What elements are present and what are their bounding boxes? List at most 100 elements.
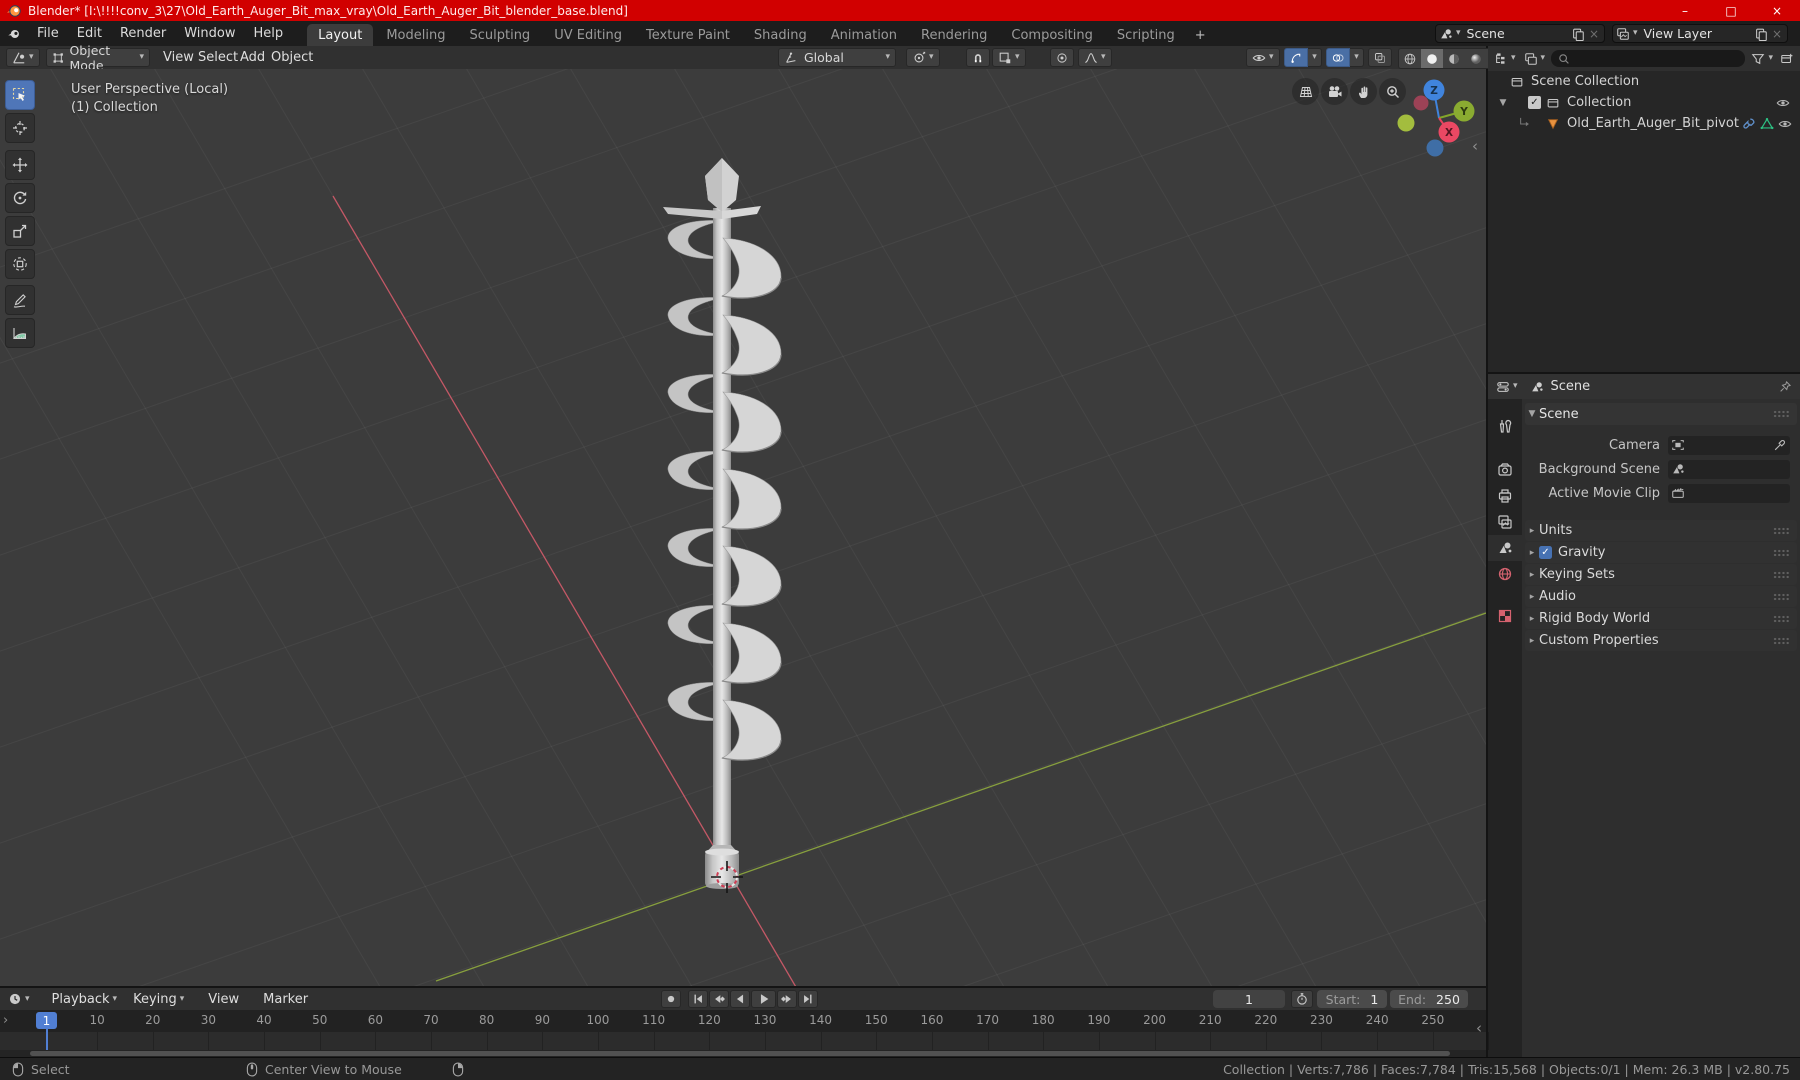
camera-field[interactable]: [1668, 435, 1790, 455]
outliner-row-collection[interactable]: ▼ ✓ Collection: [1488, 92, 1800, 113]
tool-transform[interactable]: [5, 249, 35, 279]
falloff-dropdown[interactable]: ▾: [1078, 48, 1112, 67]
tab-scripting[interactable]: Scripting: [1106, 24, 1186, 46]
frame-start-field[interactable]: Start: 1: [1317, 990, 1387, 1008]
tab-modeling[interactable]: Modeling: [375, 24, 456, 46]
show-overlays-toggle[interactable]: [1326, 48, 1350, 67]
panel-units[interactable]: ▸ Units: [1525, 520, 1797, 541]
shading-solid-button[interactable]: [1421, 48, 1443, 69]
proportional-editing-button[interactable]: [1050, 48, 1074, 67]
nav-pan-button[interactable]: [1350, 78, 1377, 105]
menu-keying[interactable]: Keying ▾: [125, 988, 192, 1011]
scrollbar-thumb[interactable]: [30, 1051, 1450, 1056]
editor-type-button[interactable]: ▾: [6, 48, 40, 67]
panel-custom-properties[interactable]: ▸ Custom Properties: [1525, 630, 1797, 651]
scene-panel-header[interactable]: ▼ Scene: [1525, 403, 1797, 425]
panel-gravity[interactable]: ▸ ✓ Gravity: [1525, 542, 1797, 563]
pivot-point-dropdown[interactable]: ▾: [906, 48, 940, 67]
add-workspace-button[interactable]: +: [1188, 24, 1213, 46]
timeline-scrollbar[interactable]: [0, 1050, 1486, 1057]
new-scene-icon[interactable]: [1571, 27, 1585, 41]
timeline-ruler[interactable]: › 1 ‹ 10 20 30 40 50 60 70 80 90 100 110 120 130 140 1…: [0, 1010, 1486, 1037]
minimize-button[interactable]: –: [1662, 0, 1708, 21]
tab-rendering[interactable]: Rendering: [910, 24, 998, 46]
gizmo-dropdown[interactable]: ▾: [1308, 48, 1322, 67]
tool-rotate[interactable]: [5, 183, 35, 213]
unlink-scene-icon[interactable]: ×: [1589, 27, 1599, 41]
outliner-filter-type-dropdown[interactable]: ▾: [1524, 52, 1545, 66]
outliner-display-mode-dropdown[interactable]: ▾: [1494, 52, 1516, 66]
menu-window[interactable]: Window: [175, 21, 244, 46]
mode-dropdown[interactable]: Object Mode ▾: [46, 43, 150, 73]
drag-handle-icon[interactable]: [1773, 526, 1790, 535]
menu-file[interactable]: File: [28, 21, 68, 46]
playhead-line[interactable]: [46, 1029, 48, 1050]
sidebar-collapse-chevron[interactable]: ‹: [1472, 137, 1478, 155]
tab-tool[interactable]: [1488, 413, 1522, 439]
tool-annotate[interactable]: [5, 285, 35, 315]
title-bar[interactable]: Blender* [I:\!!!!conv_3\27\Old_Earth_Aug…: [0, 0, 1800, 21]
pin-icon[interactable]: [1778, 380, 1792, 394]
gravity-checkbox[interactable]: ✓: [1539, 546, 1552, 559]
nav-zoom-button[interactable]: [1379, 78, 1406, 105]
region-chevron[interactable]: ›: [3, 1013, 8, 1028]
panel-audio[interactable]: ▸ Audio: [1525, 586, 1797, 607]
drag-handle-icon[interactable]: [1773, 410, 1790, 418]
hide-toggle[interactable]: [1776, 96, 1790, 110]
outliner-row-scene-collection[interactable]: Scene Collection: [1488, 71, 1800, 92]
app-menu-button[interactable]: [0, 21, 28, 46]
menu-help[interactable]: Help: [245, 21, 293, 46]
menu-marker[interactable]: Marker: [255, 988, 316, 1011]
prev-keyframe-button[interactable]: [709, 990, 729, 1008]
drag-handle-icon[interactable]: [1773, 636, 1790, 645]
auto-keyframe-button[interactable]: [661, 990, 681, 1008]
show-gizmo-toggle[interactable]: [1284, 48, 1308, 67]
jump-to-start-button[interactable]: [688, 990, 708, 1008]
active-movie-clip-field[interactable]: [1668, 483, 1790, 503]
tool-select-box[interactable]: [5, 80, 35, 110]
overlays-dropdown[interactable]: ▾: [1350, 48, 1364, 67]
outliner-search-input[interactable]: [1551, 50, 1746, 67]
gizmo-neg-z[interactable]: [1426, 139, 1444, 157]
menu-playback[interactable]: Playback ▾: [44, 988, 126, 1011]
shading-material-button[interactable]: [1443, 48, 1465, 69]
scene-selector[interactable]: ▾ Scene ×: [1435, 24, 1605, 43]
drag-handle-icon[interactable]: [1773, 592, 1790, 601]
current-frame-field[interactable]: 1: [1213, 990, 1285, 1008]
tab-view-layer[interactable]: [1488, 509, 1522, 535]
drag-handle-icon[interactable]: [1773, 570, 1790, 579]
play-button[interactable]: [751, 990, 776, 1008]
disclosure-triangle[interactable]: ▼: [1496, 98, 1510, 108]
tab-scene[interactable]: [1488, 535, 1522, 561]
tab-render[interactable]: [1488, 457, 1522, 483]
transform-orientation-dropdown[interactable]: Global ▾: [778, 48, 896, 67]
collection-checkbox[interactable]: ✓: [1528, 96, 1541, 109]
timeline-editor-type-button[interactable]: ▾: [8, 992, 30, 1006]
panel-rigid-body-world[interactable]: ▸ Rigid Body World: [1525, 608, 1797, 629]
nav-camera-view-button[interactable]: [1321, 78, 1348, 105]
snap-target-dropdown[interactable]: ▾: [992, 48, 1026, 67]
menu-tl-view[interactable]: View: [200, 988, 247, 1011]
tool-measure[interactable]: [5, 318, 35, 348]
shading-wireframe-button[interactable]: [1398, 48, 1421, 69]
nav-mesh-view-button[interactable]: [1292, 78, 1319, 105]
tab-compositing[interactable]: Compositing: [1000, 24, 1104, 46]
tool-move[interactable]: [5, 150, 35, 180]
auger-bit-model[interactable]: [663, 158, 782, 889]
tab-texture-paint[interactable]: Texture Paint: [635, 24, 741, 46]
outliner-filter-dropdown[interactable]: ▾: [1751, 52, 1773, 66]
eyedropper-icon[interactable]: [1773, 438, 1787, 452]
drag-handle-icon[interactable]: [1773, 614, 1790, 623]
tab-layout[interactable]: Layout: [307, 24, 374, 46]
tab-uv-editing[interactable]: UV Editing: [543, 24, 633, 46]
maximize-button[interactable]: □: [1708, 0, 1754, 21]
next-keyframe-button[interactable]: [777, 990, 797, 1008]
new-view-layer-icon[interactable]: [1754, 27, 1768, 41]
properties-editor-type-button[interactable]: ▾: [1496, 380, 1518, 394]
snap-toggle-button[interactable]: [966, 48, 990, 67]
xray-toggle[interactable]: [1368, 48, 1392, 67]
menu-object[interactable]: Object: [263, 46, 321, 69]
view-layer-selector[interactable]: ▾ View Layer ×: [1612, 24, 1788, 43]
panel-keying-sets[interactable]: ▸ Keying Sets: [1525, 564, 1797, 585]
current-frame-marker[interactable]: 1: [36, 1012, 57, 1029]
